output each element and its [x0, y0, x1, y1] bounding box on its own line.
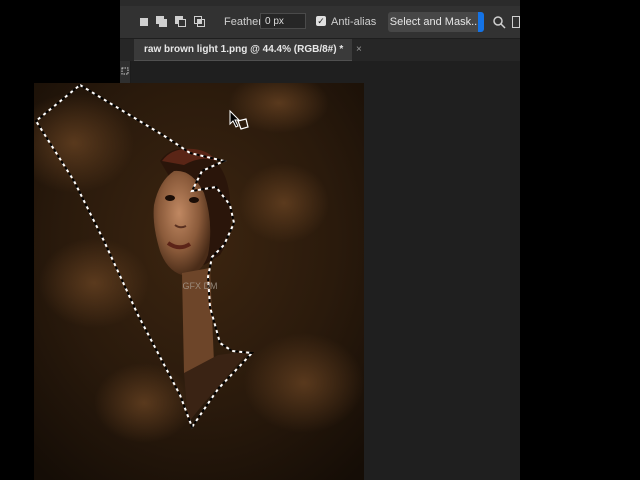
- antialias-checkbox[interactable]: ✓: [316, 16, 326, 26]
- intersect-selection-icon[interactable]: [194, 16, 206, 28]
- new-selection-icon[interactable]: [138, 16, 150, 28]
- watermark: GFX DM: [183, 281, 218, 291]
- marquee-tool-icon[interactable]: [121, 67, 129, 75]
- feather-label: Feather:: [224, 16, 265, 28]
- accent-edge: [478, 12, 484, 32]
- add-selection-icon[interactable]: [156, 16, 168, 28]
- checkmark-icon: ✓: [317, 16, 325, 26]
- document-tab[interactable]: raw brown light 1.png @ 44.4% (RGB/8#) *…: [134, 39, 362, 61]
- cloud-texture: [94, 363, 194, 443]
- right-eye: [189, 197, 199, 203]
- cloud-texture: [244, 333, 364, 433]
- subtract-selection-icon[interactable]: [175, 16, 187, 28]
- document-tab-title: raw brown light 1.png @ 44.4% (RGB/8#) *: [144, 44, 344, 55]
- antialias-label: Anti-alias: [331, 16, 377, 28]
- search-icon[interactable]: [492, 15, 506, 29]
- workspace-icon[interactable]: [512, 16, 520, 28]
- document-tab-bar: raw brown light 1.png @ 44.4% (RGB/8#) *…: [120, 39, 520, 61]
- select-and-mask-button[interactable]: Select and Mask...: [388, 12, 482, 32]
- options-bar: Feather: ✓ Anti-alias Select and Mask...: [120, 6, 520, 39]
- cloud-texture: [39, 238, 149, 328]
- feather-input[interactable]: [260, 13, 306, 29]
- close-icon[interactable]: ×: [356, 44, 362, 55]
- left-eye: [165, 195, 175, 201]
- document-canvas[interactable]: GFX DM: [34, 83, 364, 480]
- cloud-texture: [239, 163, 329, 243]
